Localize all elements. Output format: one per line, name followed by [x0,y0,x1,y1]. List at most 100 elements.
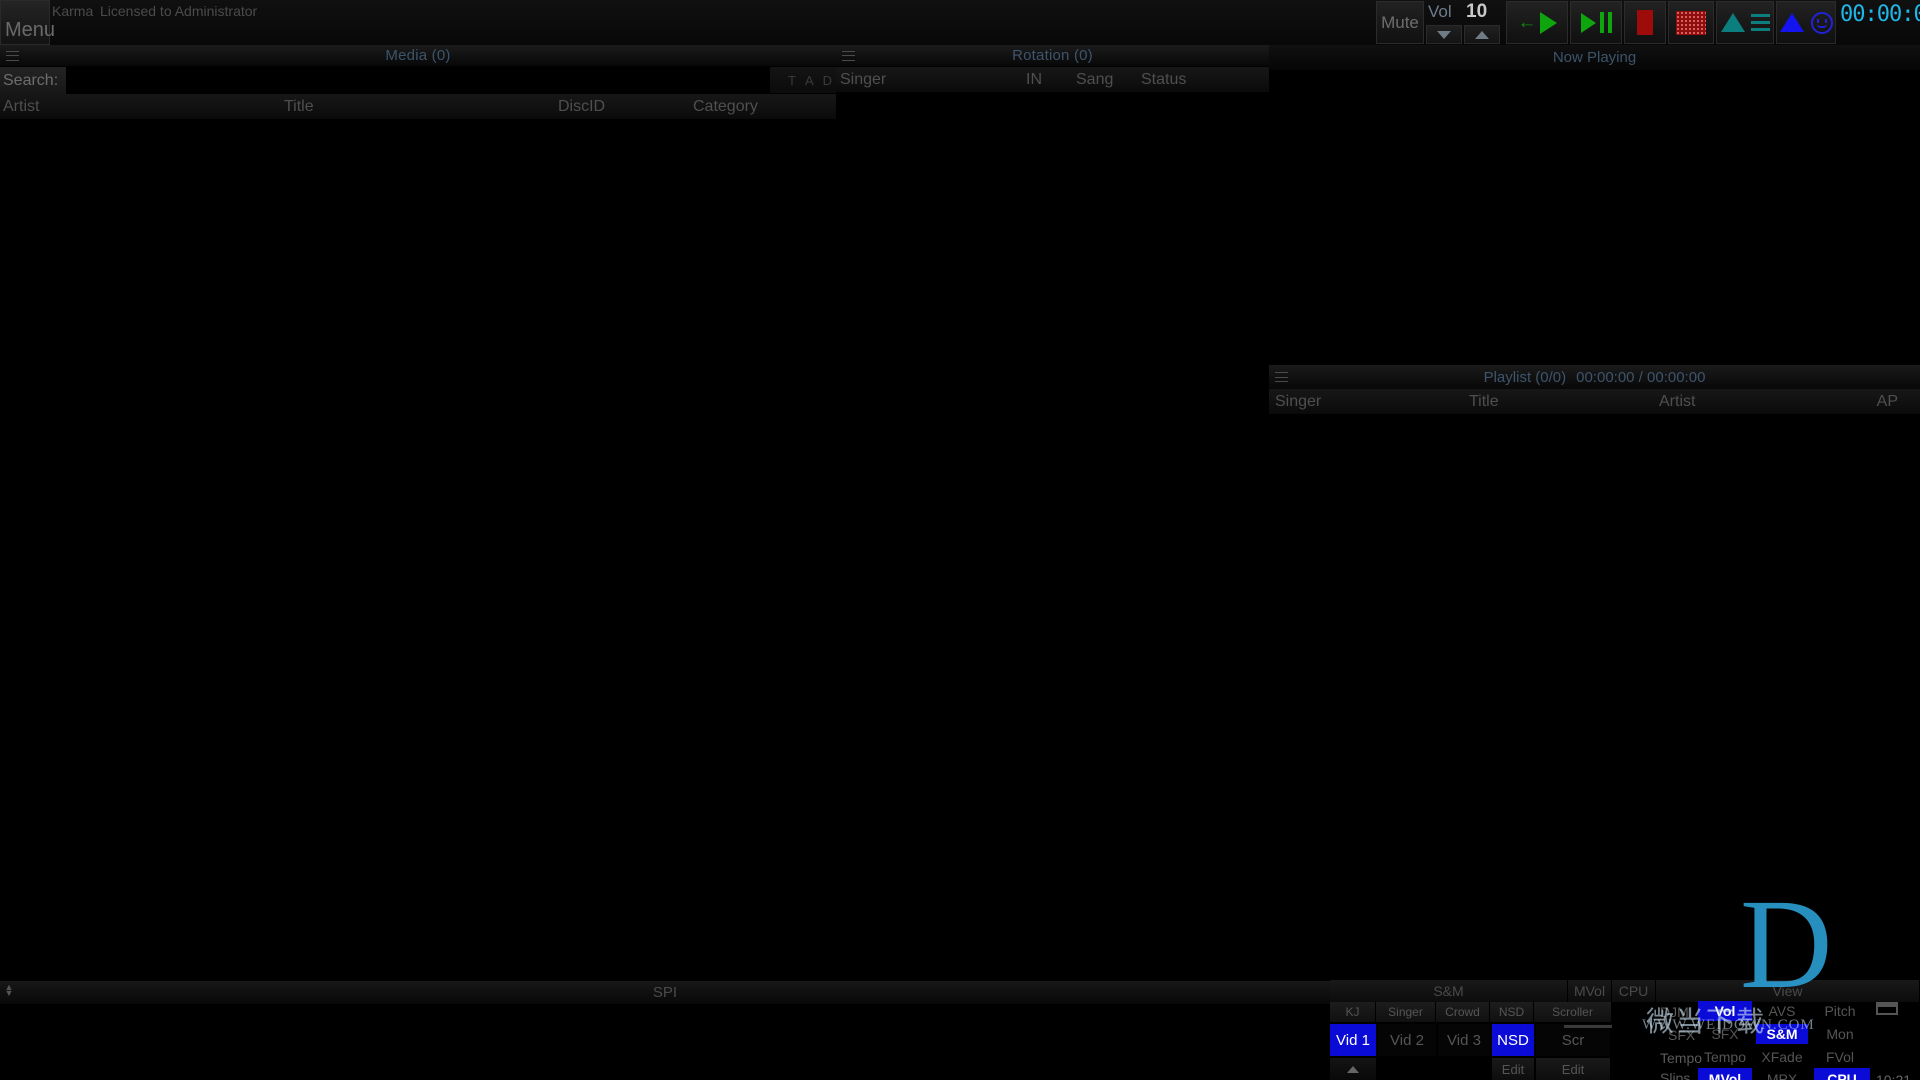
chevron-up-icon [1475,30,1489,39]
console-sub-nsd: NSD [1490,1002,1534,1022]
media-panel-title: Media (0) [385,47,451,64]
playlist-col-title[interactable]: Title [1469,393,1499,411]
console-clock: 10:21 [1876,1072,1912,1080]
rotation-col-in[interactable]: IN [1026,71,1042,89]
filter-artist-button[interactable]: A [805,73,814,88]
now-playing-panel: Now Playing [1269,45,1920,373]
playlist-list-body[interactable] [1269,415,1920,978]
nsd-button[interactable]: NSD [1492,1024,1534,1056]
key-change-button[interactable] [1716,1,1774,44]
playlist-column-headers: Singer Title Artist AP [1269,389,1920,415]
mpx-button[interactable]: MPX [1756,1068,1808,1080]
playlist-time: 00:00:00 / 00:00:00 [1576,368,1706,386]
playlist-panel: Playlist (0/0) 00:00:00 / 00:00:00 Singe… [1269,365,1920,980]
console-header-sm: S&M [1330,980,1568,1002]
stop-button[interactable] [1624,1,1666,44]
session-clock: 00:00:00 [1840,2,1920,27]
play-pause-button[interactable] [1570,1,1622,44]
console-expand-button[interactable] [1330,1058,1376,1080]
volume-label: Vol [1428,2,1452,21]
video-2-button[interactable]: Vid 2 [1378,1024,1436,1056]
rotation-column-headers: Singer IN Sang Status [836,67,1269,93]
playlist-col-artist[interactable]: Artist [1659,393,1695,411]
rotation-col-singer[interactable]: Singer [840,71,886,89]
nsd-edit-button[interactable]: Edit [1492,1058,1534,1080]
label-tempo: Tempo [1660,1050,1703,1066]
xfade-button[interactable]: XFade [1756,1047,1808,1067]
media-col-title[interactable]: Title [284,98,314,116]
video-3-button[interactable]: Vid 3 [1438,1024,1490,1056]
media-filter-buttons: T A D [788,67,832,94]
filter-title-button[interactable]: T [788,73,796,88]
stop-icon [1637,10,1653,35]
avs-button[interactable]: AVS [1756,1001,1808,1021]
fvol-button[interactable]: FVol [1814,1047,1866,1067]
rotation-panel-title: Rotation (0) [1012,47,1093,64]
playlist-menu-icon[interactable] [1275,372,1288,382]
media-col-artist[interactable]: Artist [3,98,39,116]
sfx-button[interactable]: SFX [1698,1024,1752,1044]
rotation-col-status[interactable]: Status [1141,71,1186,89]
search-input[interactable] [66,67,770,94]
label-djm: DJM [1660,1004,1689,1020]
play-icon [1580,12,1596,33]
tempo-button[interactable]: Tempo [1698,1047,1752,1067]
triangle-up-teal-icon [1720,13,1745,32]
triangle-up-blue-icon [1779,13,1804,32]
console-header-mvol[interactable]: MVol [1568,980,1612,1002]
scroller-button[interactable]: Scr [1536,1024,1610,1056]
mvol-meter [1564,1025,1612,1028]
record-button[interactable] [1668,1,1714,44]
rotation-list-body[interactable] [836,93,1269,976]
video-1-button[interactable]: Vid 1 [1330,1024,1376,1056]
media-search-row: Search: T A D [0,67,836,94]
mon-button[interactable]: Mon [1814,1024,1866,1044]
karaoke-app-window: Menu Karma Licensed to Administrator Mut… [0,0,1920,1080]
pitch-button[interactable]: Pitch [1814,1001,1866,1021]
bottom-console: S&M MVol CPU View KJ Singer Crowd NSD Sc… [1330,980,1920,1080]
scroller-edit-button[interactable]: Edit [1536,1058,1610,1080]
media-col-category[interactable]: Category [693,98,758,116]
now-playing-video-surface[interactable] [1269,70,1920,373]
media-col-discid[interactable]: DiscID [558,98,605,116]
window-layout-icon[interactable] [1876,1002,1898,1015]
mvol-button[interactable]: MVol [1698,1068,1752,1080]
playlist-col-singer[interactable]: Singer [1275,393,1321,411]
sm-button[interactable]: S&M [1756,1024,1808,1044]
label-slips: Slips [1660,1070,1691,1080]
playlist-col-ap[interactable]: AP [1877,393,1898,411]
rotation-menu-icon[interactable] [842,50,855,61]
status-bar: ▲ ▼ SPI [0,980,1330,1004]
rotation-col-sang[interactable]: Sang [1076,71,1113,89]
singer-button[interactable] [1776,1,1836,44]
chevron-up-icon [1347,1065,1359,1073]
console-header-cpu[interactable]: CPU [1612,980,1656,1002]
license-label: Licensed to Administrator [100,3,258,19]
app-name-label: Karma [52,3,94,19]
restart-button[interactable]: ← [1506,1,1568,44]
console-header-view: View [1656,980,1920,1002]
rotation-panel: Rotation (0) Singer IN Sang Status [836,45,1269,980]
arrow-left-icon: ← [1517,12,1537,33]
media-list-body[interactable] [0,120,836,980]
filter-discid-button[interactable]: D [823,73,832,88]
mute-button[interactable]: Mute [1376,1,1424,44]
resize-handle-icon[interactable]: ▲ ▼ [4,983,14,1001]
now-playing-title: Now Playing [1269,45,1920,70]
top-toolbar: Menu Karma Licensed to Administrator Mut… [0,0,1920,45]
rotation-title-bar: Rotation (0) [836,45,1269,67]
volume-up-button[interactable] [1464,25,1500,44]
console-sub-scroller: Scroller [1534,1002,1612,1022]
media-title-bar: Media (0) [0,45,836,67]
console-sub-kj: KJ [1330,1002,1376,1022]
bottom-filler [0,1004,1330,1080]
console-sub-singer: Singer [1376,1002,1436,1022]
search-label: Search: [0,67,66,94]
volume-down-button[interactable] [1426,25,1462,44]
playlist-panel-title: Playlist (0/0) [1483,368,1567,386]
media-menu-icon[interactable] [6,50,19,61]
status-spi-label: SPI [652,984,678,1001]
vol-button[interactable]: Vol [1698,1001,1752,1021]
cpu-button[interactable]: CPU [1814,1068,1870,1080]
menu-button[interactable]: Menu [0,0,55,45]
